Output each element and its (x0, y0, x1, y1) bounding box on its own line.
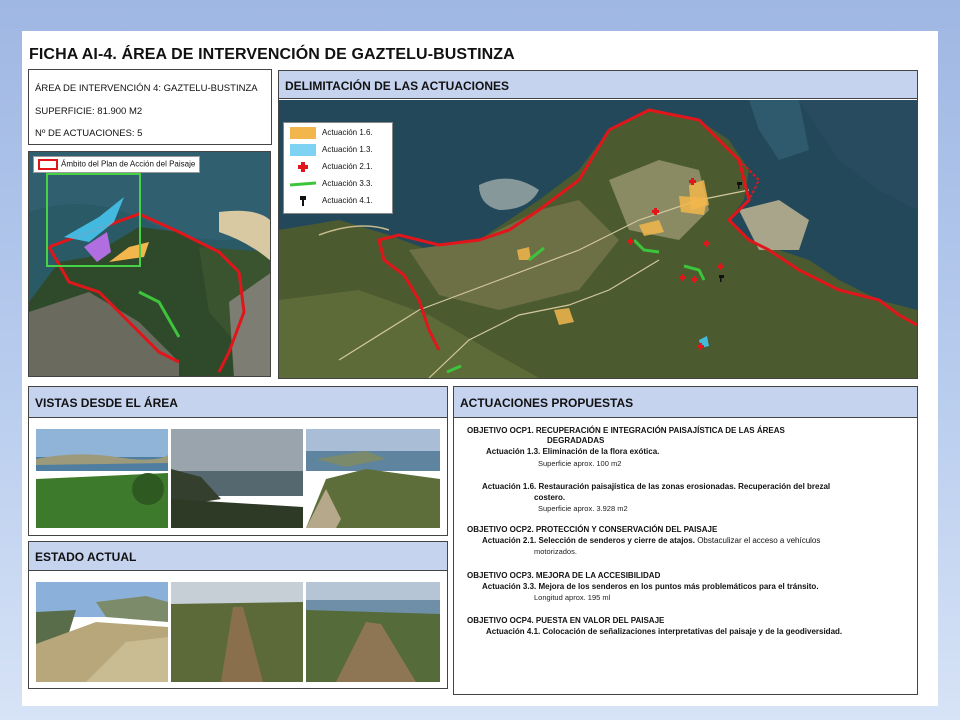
action-1-6-label2: costero. (534, 493, 566, 502)
state-photo-2 (171, 582, 303, 682)
objective-ocp4: OBJETIVO OCP4. PUESTA EN VALOR DEL PAISA… (467, 616, 665, 625)
action-2-1-detail: Obstaculizar el acceso a vehículos (694, 536, 821, 545)
objective-ocp1-line2: DEGRADADAS (547, 436, 605, 445)
action-1-3-surface: Superficie aprox. 100 m2 (538, 459, 622, 468)
action-3-3-length: Longitud aprox. 195 ml (534, 593, 611, 602)
legend-label-2-1: Actuación 2.1. (322, 162, 373, 171)
delimitation-map: Actuación 1.6. Actuación 1.3. Actuación … (279, 100, 917, 378)
overview-map: Ámbito del Plan de Acción del Paisaje (28, 151, 271, 377)
area-name: ÁREA DE INTERVENCIÓN 4: GAZTELU-BUSTINZA (35, 83, 258, 94)
action-1-3-label: Actuación 1.3. Eliminación de la flora e… (486, 447, 660, 456)
objective-ocp2: OBJETIVO OCP2. PROTECCIÓN Y CONSERVACIÓN… (467, 525, 718, 534)
legend-label-4-1: Actuación 4.1. (322, 196, 373, 205)
delimitation-panel: DELIMITACIÓN DE LAS ACTUACIONES Actuació… (278, 70, 918, 379)
action-2-1-label: Actuación 2.1. Selección de senderos y c… (482, 536, 695, 545)
action-1-6-cont: costero. (534, 493, 565, 502)
proposed-actions-heading: ACTUACIONES PROPUESTAS (454, 387, 917, 418)
overview-legend: Ámbito del Plan de Acción del Paisaje (33, 156, 201, 173)
view-photo-3 (306, 429, 440, 528)
action-1-6: Actuación 1.6. Restauración paisajística… (482, 482, 830, 491)
sign-icon (290, 195, 316, 207)
action-2-1: Actuación 2.1. Selección de senderos y c… (482, 536, 820, 545)
legend-label-1-3: Actuación 1.3. (322, 145, 373, 154)
sheet-title: FICHA AI-4. ÁREA DE INTERVENCIÓN DE GAZT… (29, 46, 515, 63)
area-surface: SUPERFICIE: 81.900 M2 (35, 106, 143, 117)
views-heading: VISTAS DESDE EL ÁREA (29, 387, 447, 418)
action-4-1-label: Actuación 4.1. Colocación de señalizacio… (486, 627, 843, 636)
current-state-panel: ESTADO ACTUAL (28, 541, 448, 689)
delimitation-heading: DELIMITACIÓN DE LAS ACTUACIONES (279, 71, 917, 99)
view-photo-2 (171, 429, 303, 528)
red-cross-icon (290, 161, 316, 173)
action-3-3: Actuación 3.3. Mejora de los senderos en… (482, 582, 819, 591)
boundary-swatch (38, 159, 58, 170)
state-photo-1 (36, 582, 168, 682)
cyan-area-icon (290, 144, 316, 156)
overview-map-image (29, 152, 270, 376)
current-state-heading: ESTADO ACTUAL (29, 542, 447, 571)
action-1-6-label: Actuación 1.6. Restauración paisajística… (482, 482, 831, 491)
green-line-icon (289, 178, 317, 190)
orange-area-icon (290, 127, 316, 139)
info-box: ÁREA DE INTERVENCIÓN 4: GAZTELU-BUSTINZA… (28, 69, 272, 145)
views-panel: VISTAS DESDE EL ÁREA (28, 386, 448, 536)
action-4-1: Actuación 4.1. Colocación de señalizacio… (486, 627, 842, 636)
actions-count: Nº DE ACTUACIONES: 5 (35, 128, 143, 139)
proposed-actions-panel: ACTUACIONES PROPUESTAS OBJETIVO OCP1. RE… (453, 386, 918, 695)
view-photo-1 (36, 429, 168, 528)
overview-legend-label: Ámbito del Plan de Acción del Paisaje (61, 159, 196, 169)
action-1-6-surface: Superficie aprox. 3.928 m2 (538, 504, 628, 513)
objective-ocp1: OBJETIVO OCP1. RECUPERACIÓN E INTEGRACIÓ… (467, 426, 785, 435)
delimitation-legend: Actuación 1.6. Actuación 1.3. Actuación … (283, 122, 393, 214)
legend-label-3-3: Actuación 3.3. (322, 179, 373, 188)
action-2-1-detail2: motorizados. (534, 547, 577, 556)
state-photo-3 (306, 582, 440, 682)
action-1-3: Actuación 1.3. Eliminación de la flora e… (486, 447, 659, 456)
legend-label-1-6: Actuación 1.6. (322, 128, 373, 137)
fact-sheet: FICHA AI-4. ÁREA DE INTERVENCIÓN DE GAZT… (22, 31, 938, 706)
objective-ocp3: OBJETIVO OCP3. MEJORA DE LA ACCESIBILIDA… (467, 571, 661, 580)
action-3-3-label: Actuación 3.3. Mejora de los senderos en… (482, 582, 819, 591)
